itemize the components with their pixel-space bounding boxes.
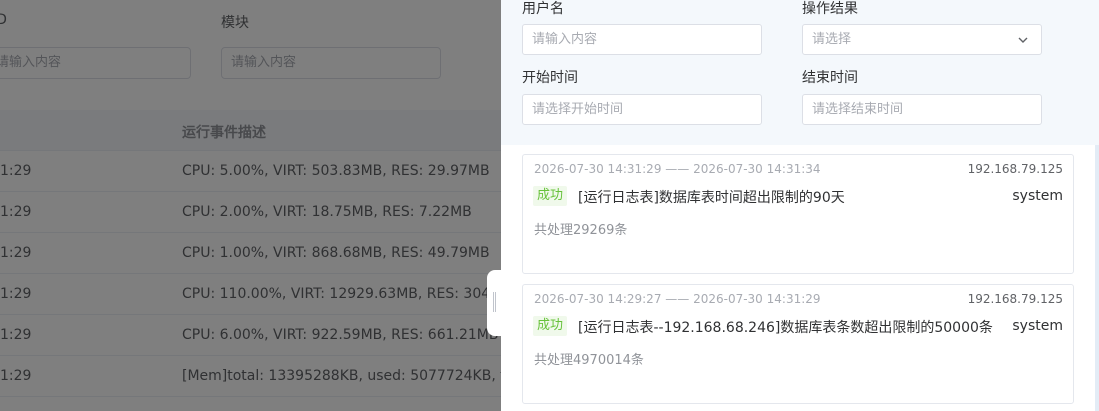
end-time-picker[interactable]: 请选择结束时间 <box>802 94 1042 125</box>
result-select-placeholder: 请选择 <box>812 32 852 47</box>
log-ip: 192.168.79.125 <box>967 162 1063 176</box>
log-detail: 共处理29269条 <box>534 223 628 238</box>
log-user: system <box>1012 188 1063 204</box>
log-time-range: 2026-07-30 14:31:29 —— 2026-07-30 14:31:… <box>534 162 821 176</box>
log-detail: 共处理4970014条 <box>534 353 644 368</box>
operation-log-drawer: 用户名 请输入内容 操作结果 请选择 开始时间 请选择开始时间 结束时间 请选择… <box>501 0 1099 411</box>
log-title: [运行日志表]数据库表时间超出限制的90天 <box>578 190 845 206</box>
start-time-label: 开始时间 <box>522 70 578 86</box>
log-title: [运行日志表--192.168.68.246]数据库表条数超出限制的50000条 <box>578 320 993 336</box>
status-badge: 成功 <box>533 186 568 206</box>
username-label: 用户名 <box>522 1 564 17</box>
drag-handle-icon <box>493 292 496 312</box>
start-time-picker[interactable]: 请选择开始时间 <box>522 94 762 125</box>
log-ip: 192.168.79.125 <box>967 292 1063 306</box>
log-time-range: 2026-07-30 14:29:27 —— 2026-07-30 14:31:… <box>534 292 821 306</box>
log-user: system <box>1012 318 1063 334</box>
chevron-down-icon <box>1018 37 1028 43</box>
username-input[interactable]: 请输入内容 <box>522 24 762 55</box>
drawer-filter-panel: 用户名 请输入内容 操作结果 请选择 开始时间 请选择开始时间 结束时间 请选择… <box>501 0 1099 145</box>
end-time-label: 结束时间 <box>802 70 858 86</box>
log-card[interactable]: 2026-07-30 14:31:29 —— 2026-07-30 14:31:… <box>522 154 1074 274</box>
status-badge: 成功 <box>533 316 568 336</box>
result-select[interactable]: 请选择 <box>802 24 1042 55</box>
log-list-scrollbar[interactable] <box>1095 145 1099 411</box>
result-label: 操作结果 <box>802 1 858 17</box>
log-card[interactable]: 2026-07-30 14:29:27 —— 2026-07-30 14:31:… <box>522 284 1074 404</box>
